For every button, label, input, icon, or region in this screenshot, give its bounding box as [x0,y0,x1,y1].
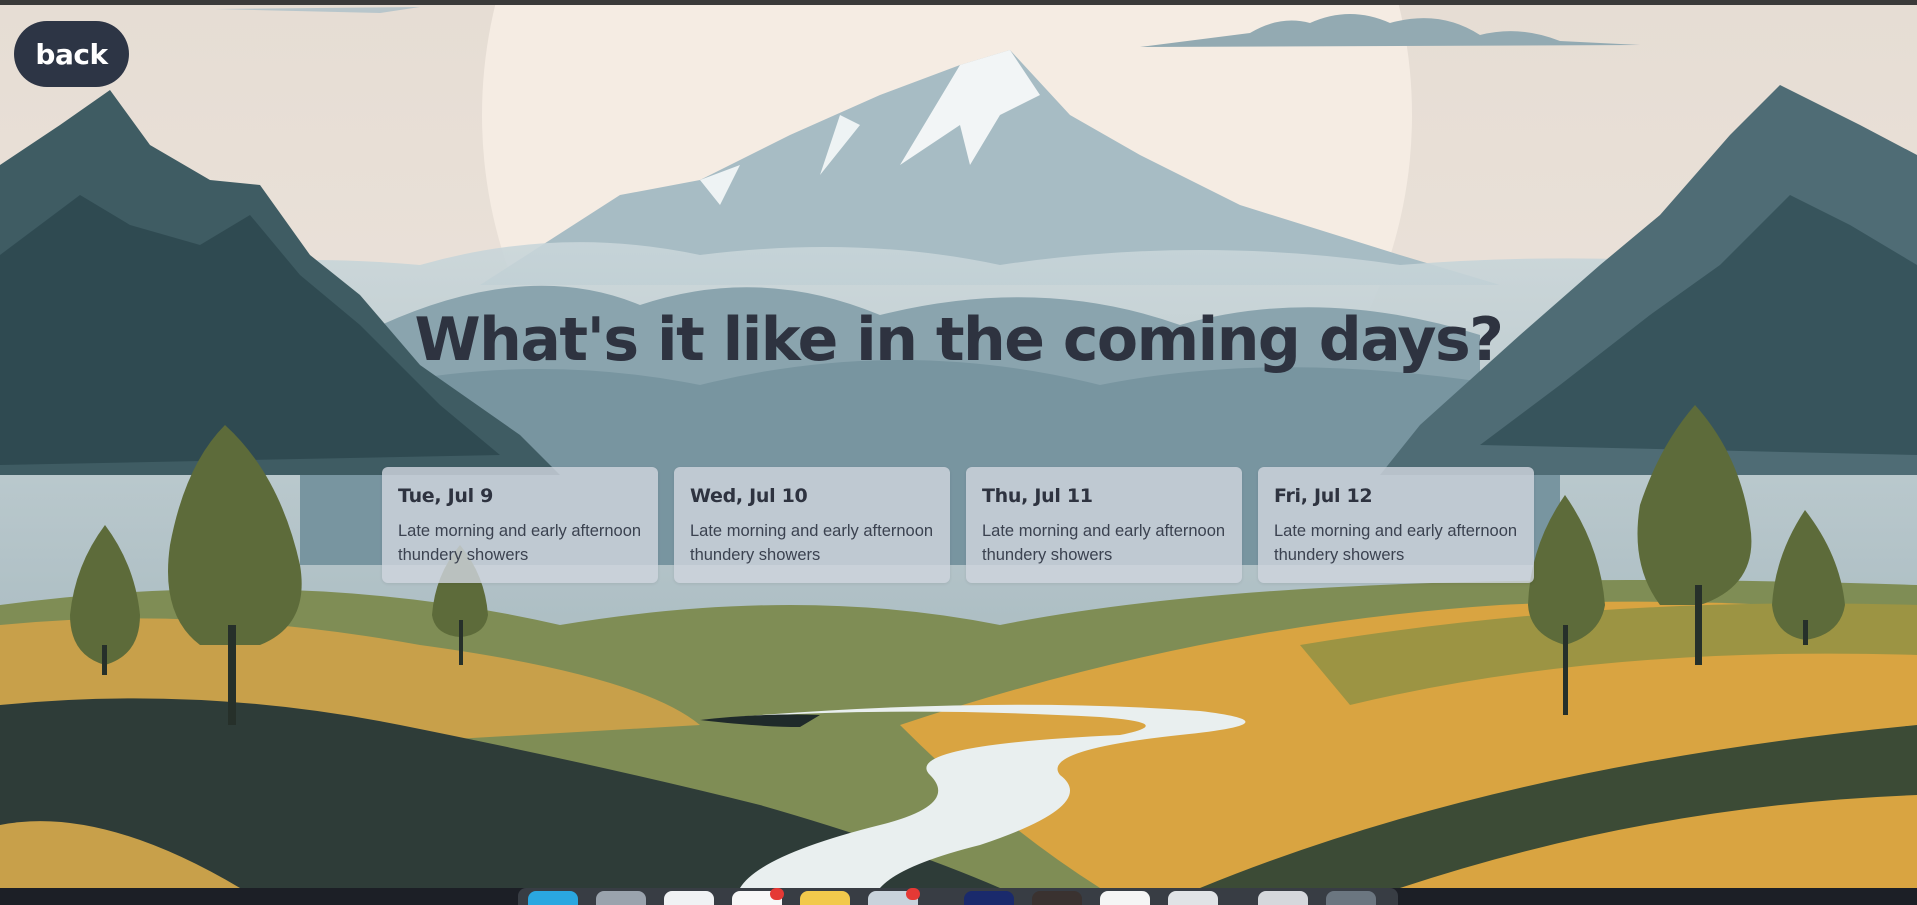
app-icon[interactable] [868,888,920,905]
forecast-card: Tue, Jul 9 Late morning and early aftern… [382,467,658,583]
app-icon[interactable] [800,891,850,905]
forecast-card: Thu, Jul 11 Late morning and early after… [966,467,1242,583]
app-icon[interactable] [596,891,646,905]
app-icon[interactable] [1100,891,1150,905]
forecast-description: Late morning and early afternoon thunder… [1274,522,1518,564]
forecast-date: Thu, Jul 11 [982,485,1093,507]
app-icon[interactable] [664,891,714,905]
app-icon[interactable] [964,891,1014,905]
app-icon[interactable] [1258,891,1308,905]
notification-badge [906,888,920,900]
forecast-description: Late morning and early afternoon thunder… [982,522,1226,564]
forecast-date: Wed, Jul 10 [690,485,808,507]
app-icon[interactable] [1326,891,1376,905]
page-title: What's it like in the coming days? [414,305,1504,375]
landscape-background [0,5,1917,888]
forecast-description: Late morning and early afternoon thunder… [690,522,934,564]
forecast-cards: Tue, Jul 9 Late morning and early aftern… [382,467,1534,583]
back-button[interactable]: back [14,21,129,87]
app-icon[interactable] [528,891,578,905]
forecast-card: Wed, Jul 10 Late morning and early after… [674,467,950,583]
forecast-date: Fri, Jul 12 [1274,485,1373,507]
notification-badge [770,888,784,900]
app-icon[interactable] [1168,891,1218,905]
dock [518,888,1398,905]
app-icon[interactable] [1032,891,1082,905]
forecast-date: Tue, Jul 9 [398,485,494,507]
app-icon[interactable] [732,888,784,905]
forecast-card: Fri, Jul 12 Late morning and early after… [1258,467,1534,583]
forecast-description: Late morning and early afternoon thunder… [398,522,642,564]
